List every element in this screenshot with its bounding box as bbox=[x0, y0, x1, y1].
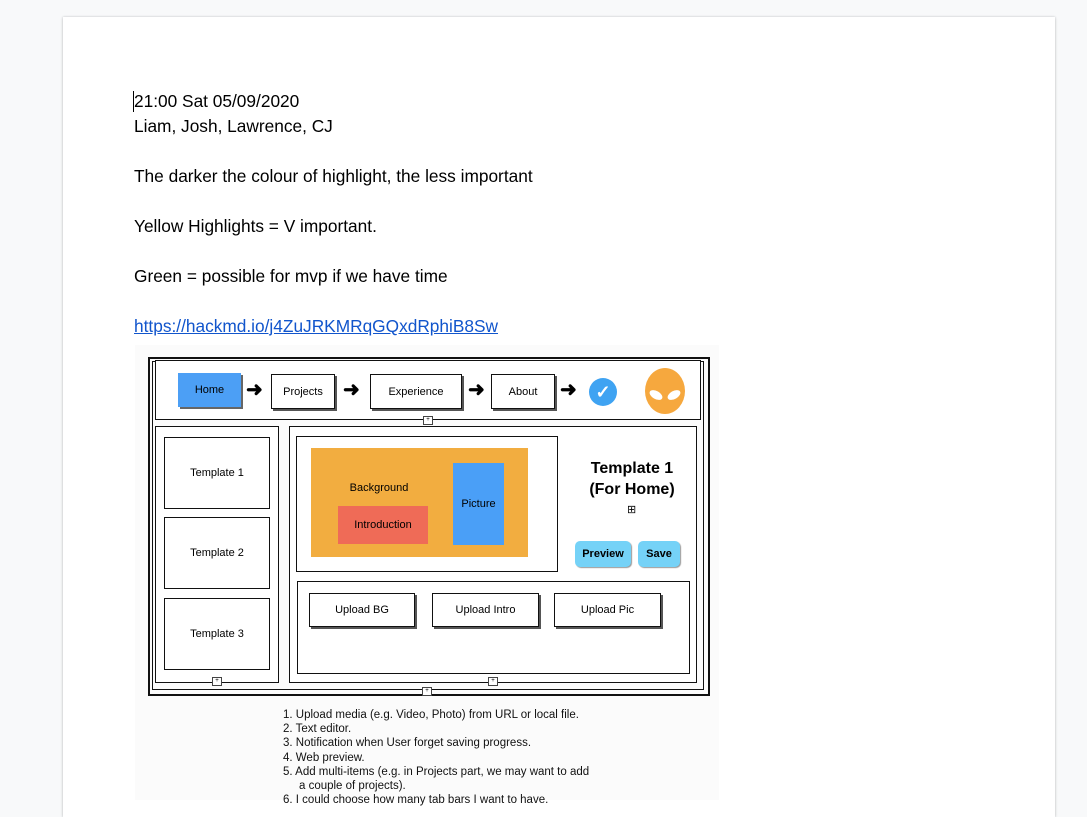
wireframe-upload-bg-button: Upload BG bbox=[309, 593, 415, 627]
wireframe-template-2: Template 2 bbox=[164, 517, 270, 589]
document-body[interactable]: 21:00 Sat 05/09/2020 Liam, Josh, Lawrenc… bbox=[133, 89, 533, 339]
arrow-right-icon: ➜ bbox=[343, 379, 360, 401]
wireframe-preview-button: Preview bbox=[575, 541, 631, 567]
wireframe-projects-button: Projects bbox=[271, 374, 335, 409]
doc-line-yellow-note[interactable]: Yellow Highlights = V important. bbox=[134, 214, 533, 239]
wireframe-introduction-block: Introduction bbox=[338, 506, 428, 544]
alien-logo-icon bbox=[645, 368, 685, 414]
move-handle-icon: ⊞ bbox=[627, 504, 637, 516]
feature-item: 5. Add multi-items (e.g. in Projects par… bbox=[283, 765, 590, 778]
resize-handle-icon: + bbox=[422, 687, 432, 696]
wireframe-upload-intro-button: Upload Intro bbox=[432, 593, 539, 627]
doc-line-datetime[interactable]: 21:00 Sat 05/09/2020 bbox=[134, 89, 533, 114]
arrow-right-icon: ➜ bbox=[560, 379, 577, 401]
doc-line-attendees[interactable]: Liam, Josh, Lawrence, CJ bbox=[134, 114, 533, 139]
wireframe-save-button: Save bbox=[638, 541, 680, 567]
wireframe-feature-list: 1. Upload media (e.g. Video, Photo) from… bbox=[283, 708, 589, 807]
resize-handle-icon: + bbox=[212, 677, 222, 686]
feature-item: 3. Notification when User forget saving … bbox=[283, 737, 532, 750]
check-icon: ✓ bbox=[589, 378, 617, 406]
wireframe-template-3: Template 3 bbox=[164, 598, 270, 670]
feature-item: 4. Web preview. bbox=[283, 751, 365, 764]
resize-handle-icon: + bbox=[488, 677, 498, 686]
feature-item: 6. I could choose how many tab bars I wa… bbox=[283, 794, 549, 807]
hackmd-link[interactable]: https://hackmd.io/j4ZuJRKMRqGQxdRphiB8Sw bbox=[134, 316, 498, 336]
text-cursor bbox=[133, 91, 134, 112]
wireframe-template-1: Template 1 bbox=[164, 437, 270, 509]
feature-item: 1. Upload media (e.g. Video, Photo) from… bbox=[283, 709, 579, 721]
wireframe-picture-block: Picture bbox=[453, 463, 504, 545]
wireframe-background-label: Background bbox=[349, 482, 409, 494]
arrow-right-icon: ➜ bbox=[246, 379, 263, 401]
wireframe-home-button: Home bbox=[178, 373, 241, 407]
wireframe-template-title: Template 1 (For Home) bbox=[568, 458, 696, 500]
wireframe-template-title-line1: Template 1 bbox=[590, 460, 674, 477]
feature-item: 2. Text editor. bbox=[283, 723, 352, 736]
wireframe-experience-button: Experience bbox=[370, 374, 462, 409]
doc-line-highlight-note[interactable]: The darker the colour of highlight, the … bbox=[134, 164, 533, 189]
wireframe-about-button: About bbox=[491, 374, 555, 409]
wireframe-upload-pic-button: Upload Pic bbox=[554, 593, 661, 627]
feature-item: a couple of projects). bbox=[283, 780, 406, 793]
resize-handle-icon: + bbox=[423, 416, 433, 425]
doc-line-green-note[interactable]: Green = possible for mvp if we have time bbox=[134, 264, 533, 289]
wireframe-template-title-line2: (For Home) bbox=[589, 481, 675, 498]
arrow-right-icon: ➜ bbox=[468, 379, 485, 401]
